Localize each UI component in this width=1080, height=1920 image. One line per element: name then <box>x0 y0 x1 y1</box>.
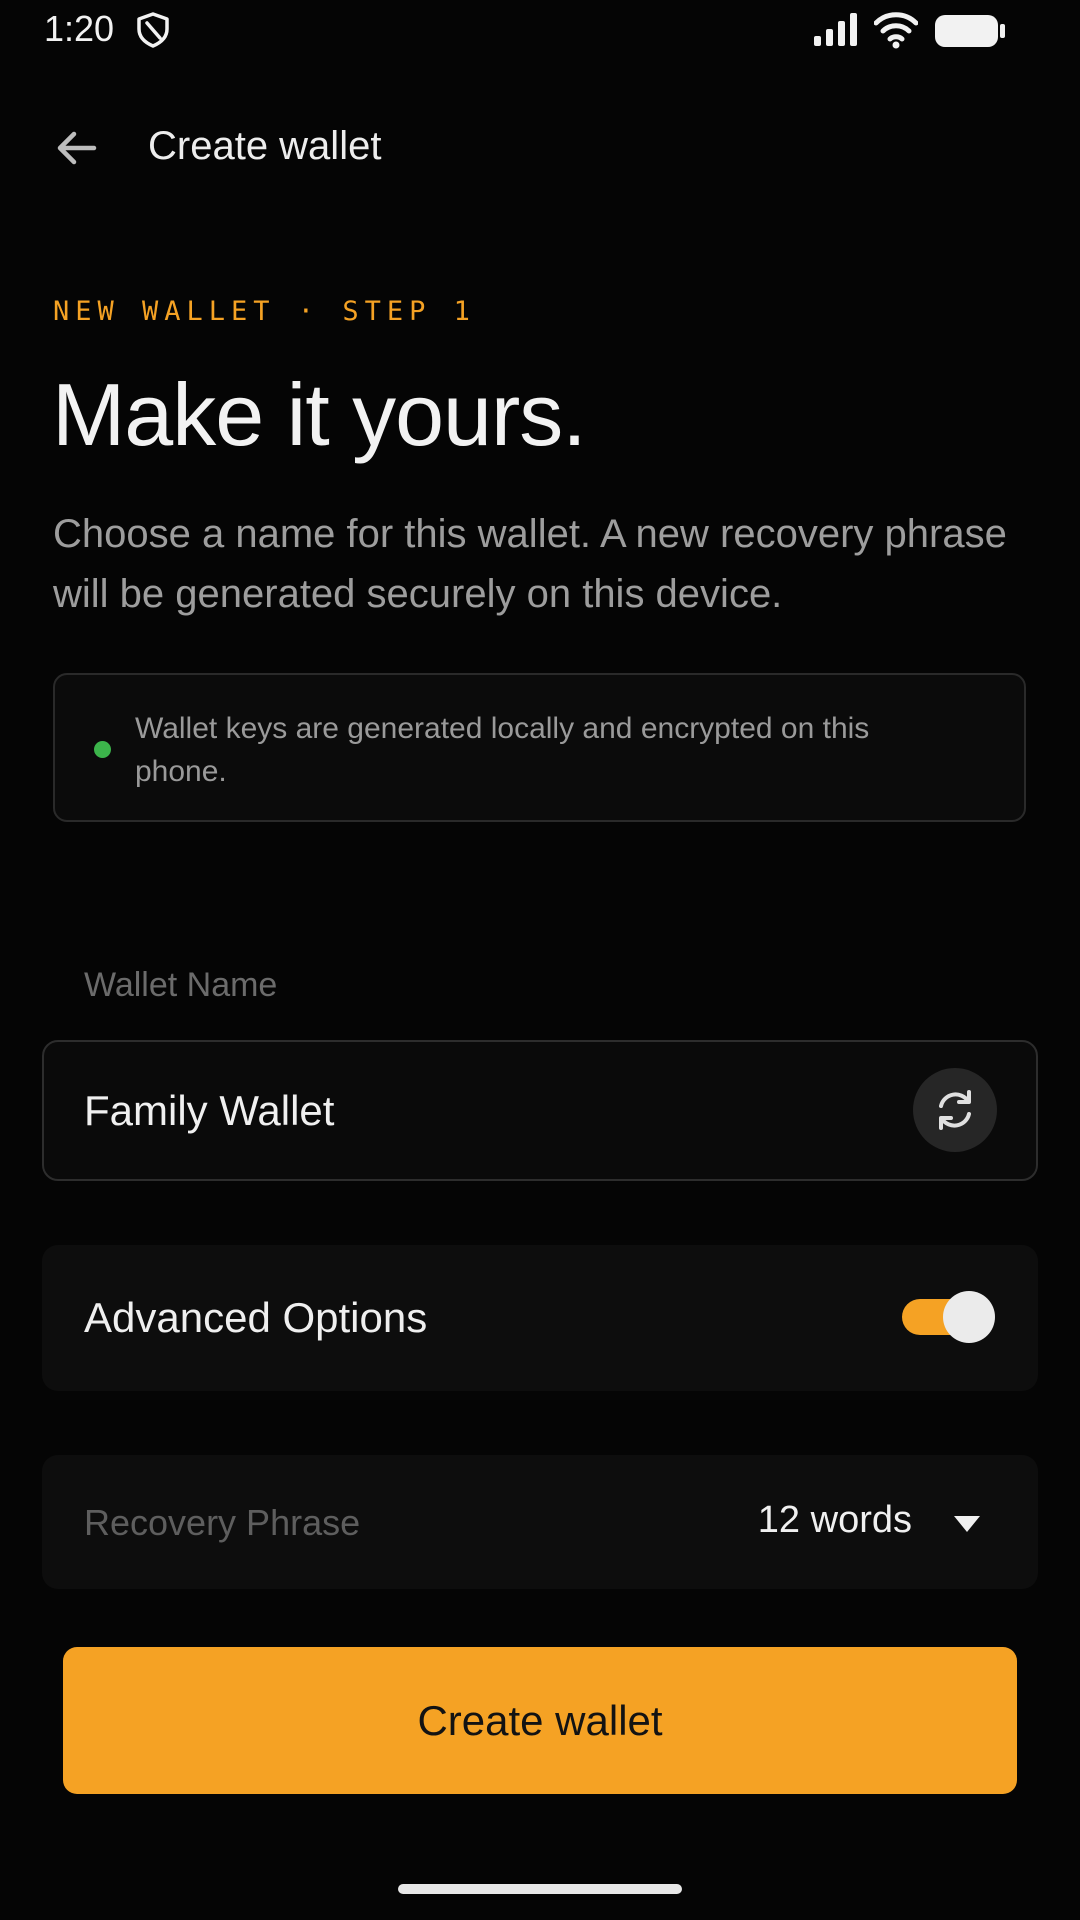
back-button[interactable] <box>40 116 112 180</box>
refresh-icon <box>939 1090 971 1130</box>
status-time: 1:20 <box>44 8 115 49</box>
hero-description: Choose a name for this wallet. A new rec… <box>53 512 1007 616</box>
wifi-icon <box>874 12 918 49</box>
advanced-options-label: Advanced Options <box>84 1294 428 1341</box>
advanced-options-toggle[interactable] <box>902 1291 995 1343</box>
wallet-name-field <box>42 1040 1038 1181</box>
dropdown-triangle-icon <box>954 1516 980 1532</box>
shield-icon <box>137 12 169 48</box>
arrow-left-icon <box>57 131 97 165</box>
wallet-name-input[interactable] <box>84 1080 864 1142</box>
battery-icon <box>935 15 1005 47</box>
page-title: Create wallet <box>148 124 382 168</box>
hero-title: Make it yours. <box>52 365 587 464</box>
signal-icon <box>814 13 857 46</box>
recovery-phrase-select[interactable]: Recovery Phrase 12 words <box>42 1455 1038 1589</box>
create-wallet-button[interactable]: Create wallet <box>63 1647 1017 1794</box>
advanced-options-row: Advanced Options <box>42 1245 1038 1391</box>
toggle-thumb <box>943 1291 995 1343</box>
status-dot-icon <box>94 741 111 758</box>
home-indicator[interactable] <box>398 1884 682 1894</box>
step-label: NEW WALLET · STEP 1 <box>53 296 476 327</box>
wallet-name-label: Wallet Name <box>84 966 278 1004</box>
regenerate-name-button[interactable] <box>913 1068 997 1152</box>
info-text: Wallet keys are generated locally and en… <box>135 712 870 788</box>
recovery-phrase-value: 12 words <box>757 1499 912 1541</box>
recovery-phrase-label: Recovery Phrase <box>84 1502 361 1543</box>
create-wallet-label: Create wallet <box>417 1696 663 1744</box>
status-bar: 1:20 <box>0 0 1080 62</box>
security-info-box: Wallet keys are generated locally and en… <box>53 673 1026 822</box>
